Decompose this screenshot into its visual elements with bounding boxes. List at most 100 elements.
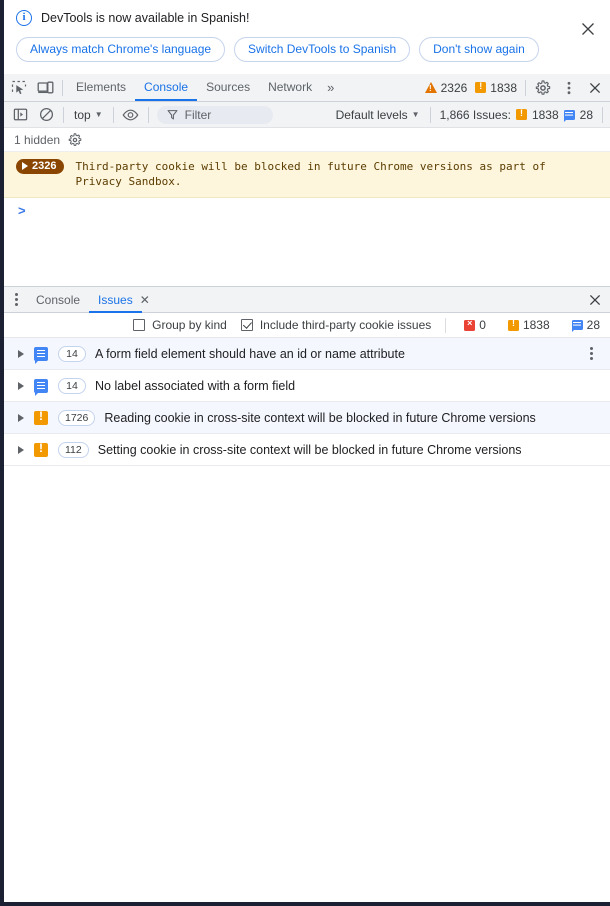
group-by-kind-label: Group by kind	[152, 318, 227, 332]
inspect-element-icon[interactable]	[6, 75, 32, 101]
devtools-tabbar: Elements Console Sources Network » 2326 …	[4, 74, 610, 102]
console-sidebar-icon[interactable]	[7, 102, 33, 128]
expand-triangle-icon	[22, 162, 28, 170]
devtools-window: i DevTools is now available in Spanish! …	[4, 0, 610, 902]
dont-show-again-button[interactable]: Don't show again	[419, 37, 539, 62]
issues-info-count: 28	[586, 318, 600, 332]
tab-elements[interactable]: Elements	[67, 74, 135, 101]
issues-warning-count: 1838	[531, 107, 559, 122]
issue-title: No label associated with a form field	[95, 378, 296, 393]
page-issue-icon	[33, 346, 49, 364]
console-filter-toolbar: top ▼ Filter Default levels ▼ 1,866 Issu…	[4, 102, 610, 128]
issues-error-counter[interactable]: 0	[460, 318, 490, 332]
switch-devtools-language-button[interactable]: Switch DevTools to Spanish	[234, 37, 411, 62]
toolbar-divider	[112, 106, 114, 123]
issues-info-count: 28	[579, 107, 594, 122]
clear-console-icon[interactable]	[33, 102, 59, 128]
expand-arrow-icon[interactable]	[18, 349, 24, 358]
issues-summary-link[interactable]: 1,866 Issues: 1838 28	[435, 108, 598, 122]
drawer-close-icon[interactable]	[582, 287, 608, 313]
warning-triangle-icon	[424, 82, 437, 93]
issue-square-icon	[515, 108, 527, 120]
drawer-tab-close-icon[interactable]: ✕	[138, 293, 156, 307]
console-hidden-bar: 1 hidden	[4, 128, 610, 152]
chevron-down-icon: ▼	[94, 110, 103, 119]
expand-arrow-icon[interactable]	[18, 381, 24, 390]
toolbar-divider	[602, 106, 604, 123]
language-banner: i DevTools is now available in Spanish! …	[4, 0, 610, 74]
info-message-icon	[563, 109, 575, 122]
message-repeat-badge[interactable]: 2326	[16, 159, 65, 174]
filter-placeholder: Filter	[184, 107, 212, 122]
issue-square-icon	[475, 81, 487, 93]
console-message-warning[interactable]: 2326 Third-party cookie will be blocked …	[4, 152, 610, 198]
console-prompt[interactable]: >	[4, 198, 610, 218]
issues-toolbar: Group by kind Include third-party cookie…	[4, 313, 610, 338]
issues-list: 14 A form field element should have an i…	[4, 338, 610, 902]
issue-row[interactable]: 112 Setting cookie in cross-site context…	[4, 434, 610, 466]
checkbox-box	[240, 319, 253, 331]
execution-context-dropdown[interactable]: top ▼	[68, 108, 109, 122]
message-repeat-count: 2326	[32, 160, 57, 172]
banner-close-icon[interactable]	[578, 19, 598, 39]
filter-funnel-icon	[167, 109, 178, 120]
chevron-double-right-icon[interactable]: »	[321, 80, 338, 95]
expand-arrow-icon[interactable]	[18, 445, 24, 454]
checkbox-box	[133, 319, 146, 331]
drawer-tab-issues[interactable]: Issues	[89, 287, 142, 313]
issue-row[interactable]: 14 A form field element should have an i…	[4, 338, 610, 370]
log-levels-dropdown[interactable]: Default levels ▼	[330, 108, 426, 122]
devtools-close-icon[interactable]	[582, 75, 608, 101]
issue-count-badge: 14	[58, 345, 86, 362]
warning-counter-value: 2326	[440, 80, 468, 95]
issues-summary-label: 1,866 Issues:	[439, 107, 511, 122]
issue-row[interactable]: 1726 Reading cookie in cross-site contex…	[4, 402, 610, 434]
tab-sources[interactable]: Sources	[197, 74, 259, 101]
error-square-icon	[464, 318, 476, 331]
issue-title: Reading cookie in cross-site context wil…	[104, 410, 536, 425]
info-circle-icon: i	[16, 10, 32, 26]
expand-arrow-icon[interactable]	[18, 413, 24, 422]
console-message-text: Third-party cookie will be blocked in fu…	[75, 160, 546, 188]
always-match-language-button[interactable]: Always match Chrome's language	[16, 37, 226, 62]
issue-title: Setting cookie in cross-site context wil…	[97, 442, 522, 457]
hidden-count-label: 1 hidden	[14, 132, 61, 147]
issue-count-badge: 112	[58, 441, 89, 458]
issue-counter-value: 1838	[490, 80, 517, 95]
issues-warning-count: 1838	[522, 318, 550, 332]
warning-issue-icon	[33, 441, 49, 457]
toolbar-divider	[63, 106, 64, 123]
group-by-kind-checkbox[interactable]: Group by kind	[133, 318, 227, 332]
kebab-menu-icon[interactable]	[556, 75, 582, 101]
warning-issue-icon	[33, 409, 49, 425]
issues-info-counter[interactable]: 28	[568, 318, 604, 332]
issue-count-badge: 14	[58, 377, 86, 394]
issues-warning-counter[interactable]: 1838	[504, 318, 554, 332]
issue-menu-icon[interactable]	[581, 347, 602, 360]
drawer-tab-console[interactable]: Console	[27, 287, 89, 313]
banner-message: DevTools is now available in Spanish!	[41, 11, 250, 25]
drawer-tabbar: Console Issues ✕	[4, 286, 610, 313]
gear-icon[interactable]	[530, 75, 556, 101]
gear-icon[interactable]	[68, 132, 82, 147]
device-toolbar-icon[interactable]	[32, 75, 58, 101]
include-third-party-label: Include third-party cookie issues	[259, 318, 432, 332]
tab-network[interactable]: Network	[259, 74, 321, 101]
toolbar-divider	[445, 317, 447, 333]
issues-error-count: 0	[479, 318, 486, 332]
tab-console[interactable]: Console	[135, 74, 198, 101]
info-message-icon	[571, 320, 583, 332]
issue-title: A form field element should have an id o…	[95, 346, 405, 361]
console-filter-input[interactable]: Filter	[156, 105, 274, 124]
warning-square-icon	[507, 318, 519, 331]
toolbar-divider	[62, 79, 63, 96]
console-message-list: 2326 Third-party cookie will be blocked …	[4, 152, 610, 286]
include-third-party-cookie-issues-checkbox[interactable]: Include third-party cookie issues	[240, 318, 432, 332]
drawer-menu-icon[interactable]	[6, 293, 27, 306]
log-levels-value: Default levels	[335, 107, 408, 122]
warning-counter[interactable]: 2326	[421, 81, 472, 95]
issue-row[interactable]: 14 No label associated with a form field	[4, 370, 610, 402]
live-expression-eye-icon[interactable]	[118, 102, 144, 128]
page-issue-icon	[33, 378, 49, 396]
issue-counter[interactable]: 1838	[471, 81, 521, 95]
